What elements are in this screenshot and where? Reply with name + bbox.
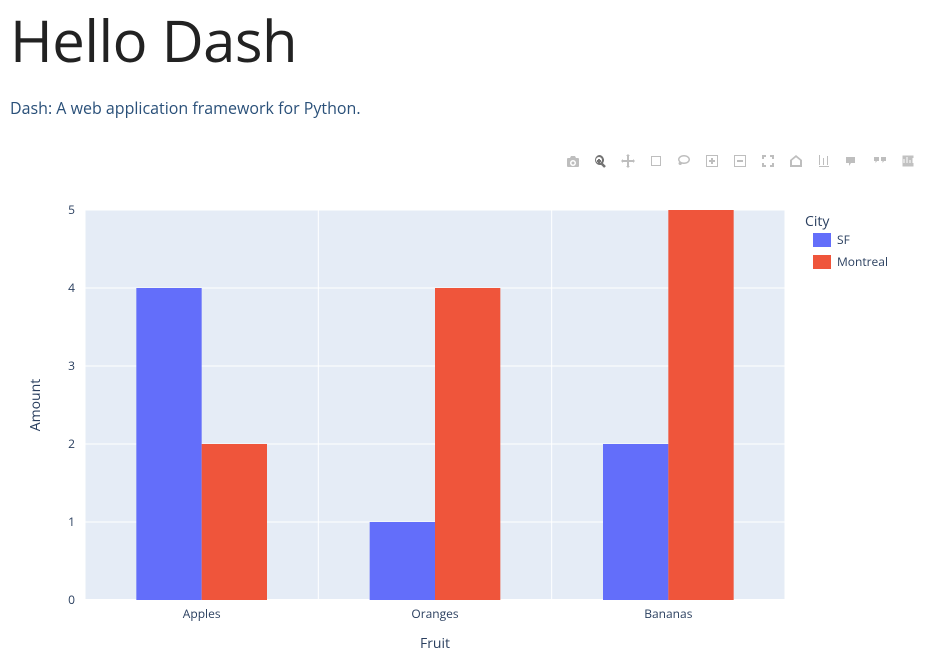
x-axis-title: Fruit [420,634,450,653]
zoom-in-icon[interactable] [698,150,726,172]
reset-axes-icon[interactable] [782,150,810,172]
bar-Montreal-Apples[interactable] [202,444,267,600]
y-axis-title: Amount [26,379,45,431]
autoscale-icon[interactable] [754,150,782,172]
y-tick-label: 1 [68,513,75,530]
bar-chart[interactable]: 0 1 2 3 4 5 Apples Oranges Bananas Fruit Amount Cit… [0,170,932,660]
zoom-out-icon[interactable] [726,150,754,172]
zoom-icon[interactable] [586,150,614,172]
subtitle-text: Dash: A web application framework for Py… [0,97,932,123]
x-tick-label: Bananas [644,605,692,622]
closest-hover-icon[interactable] [838,150,866,172]
y-tick-label: 4 [68,279,75,296]
legend-label-Montreal[interactable]: Montreal [837,253,888,270]
camera-icon[interactable] [558,150,586,172]
pan-icon[interactable] [614,150,642,172]
bar-SF-Bananas[interactable] [603,444,668,600]
y-tick-label: 2 [68,435,75,452]
x-tick-label: Oranges [411,605,459,622]
bar-SF-Apples[interactable] [136,288,201,600]
legend-swatch-SF[interactable] [813,233,831,247]
legend-title: City [805,212,830,231]
y-tick-label: 3 [68,357,75,374]
y-tick-label: 0 [68,591,75,608]
bar-Montreal-Bananas[interactable] [668,210,733,600]
bar-Montreal-Oranges[interactable] [435,288,500,600]
y-tick-label: 5 [68,201,75,218]
compare-hover-icon[interactable] [866,150,894,172]
lasso-icon[interactable] [670,150,698,172]
legend-label-SF[interactable]: SF [837,231,850,248]
page-title: Hello Dash [0,0,932,97]
spike-lines-icon[interactable] [810,150,838,172]
select-icon[interactable] [642,150,670,172]
legend-swatch-Montreal[interactable] [813,255,831,269]
chart-container: 0 1 2 3 4 5 Apples Oranges Bananas Fruit Amount Cit… [0,170,932,660]
plotly-logo-icon[interactable] [894,150,922,172]
x-tick-label: Apples [183,605,221,622]
bar-SF-Oranges[interactable] [370,522,435,600]
